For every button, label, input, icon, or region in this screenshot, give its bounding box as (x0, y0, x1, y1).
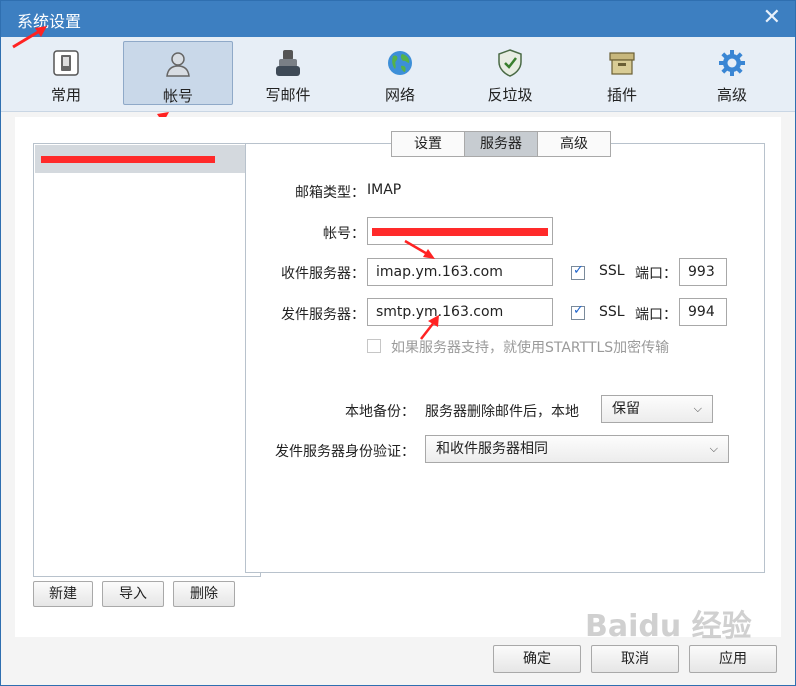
toolbar-item-label: 高级 (716, 86, 747, 104)
outgoing-auth-label: 发件服务器身份验证： (275, 444, 415, 460)
starttls-checkbox[interactable] (367, 339, 381, 353)
account-settings-panel (245, 143, 765, 573)
outgoing-server-label: 发件服务器： (281, 307, 365, 323)
box-icon (567, 47, 677, 79)
toolbar-item-account[interactable]: 帐号 (123, 41, 233, 105)
baidu-watermark: Baidu 经验 (585, 609, 752, 644)
list-item[interactable] (35, 145, 259, 173)
toolbar-item-label: 插件 (606, 86, 637, 104)
mailbox-type-label: 邮箱类型： (295, 185, 365, 201)
gear-icon (677, 47, 787, 79)
chevron-down-icon: ⌵ (693, 402, 702, 415)
import-button[interactable]: 导入 (102, 581, 164, 607)
annotation-arrow-icon (12, 26, 47, 49)
redaction-bar (372, 228, 548, 236)
toolbar-item-label: 常用 (50, 86, 81, 104)
toolbar-item-label: 网络 (384, 86, 415, 104)
settings-content: 新建 导入 删除 设置 服务器 高级 邮箱类型： IMAP 帐号： 收件服务器：… (15, 117, 781, 637)
outgoing-port-input[interactable]: 994 (679, 298, 727, 326)
mailbox-type-value: IMAP (367, 182, 402, 198)
settings-window: 系统设置 ✕ 常用 帐号 写邮件 网络 反垃圾 插件 高级 新建 导入 删除 设… (0, 0, 796, 686)
chevron-down-icon: ⌵ (709, 442, 718, 455)
outgoing-server-input[interactable]: smtp.ym.163.com (367, 298, 553, 326)
user-icon (124, 48, 232, 80)
toolbar-item-plugins[interactable]: 插件 (567, 41, 677, 105)
cancel-button[interactable]: 取消 (591, 645, 679, 673)
incoming-server-input[interactable]: imap.ym.163.com (367, 258, 553, 286)
globe-icon (345, 47, 455, 79)
pen-ink-icon (233, 47, 343, 79)
incoming-port-label: 端口： (635, 266, 677, 282)
tab-bar: 设置 服务器 高级 (391, 131, 611, 157)
outgoing-ssl-checkbox[interactable] (571, 303, 585, 320)
incoming-server-label: 收件服务器： (281, 266, 365, 282)
local-backup-select[interactable]: 保留 ⌵ (601, 395, 713, 423)
toolbar-item-label: 帐号 (162, 87, 193, 105)
tab-server[interactable]: 服务器 (464, 131, 538, 157)
title-bar[interactable]: 系统设置 ✕ (1, 1, 795, 37)
ok-button[interactable]: 确定 (493, 645, 581, 673)
toolbar-item-label: 写邮件 (265, 86, 311, 104)
local-backup-description: 服务器删除邮件后，本地 (425, 404, 579, 420)
toolbar-item-antispam[interactable]: 反垃圾 (455, 41, 565, 105)
toolbar-item-compose[interactable]: 写邮件 (233, 41, 343, 105)
outgoing-auth-select[interactable]: 和收件服务器相同 ⌵ (425, 435, 729, 463)
tab-advanced[interactable]: 高级 (537, 131, 611, 157)
toolbar-item-label: 反垃圾 (487, 86, 533, 104)
local-backup-value: 保留 (612, 401, 640, 417)
outgoing-port-label: 端口： (635, 307, 677, 323)
delete-button[interactable]: 删除 (173, 581, 235, 607)
redaction-bar (41, 156, 215, 163)
outgoing-ssl-label: SSL (599, 304, 625, 320)
settings-toolbar: 常用 帐号 写邮件 网络 反垃圾 插件 高级 (1, 37, 795, 112)
toolbar-item-network[interactable]: 网络 (345, 41, 455, 105)
toolbar-item-advanced[interactable]: 高级 (677, 41, 787, 105)
incoming-ssl-checkbox[interactable] (571, 263, 585, 280)
new-account-button[interactable]: 新建 (33, 581, 93, 607)
incoming-ssl-label: SSL (599, 263, 625, 279)
local-backup-label: 本地备份： (345, 404, 415, 420)
tab-settings[interactable]: 设置 (391, 131, 465, 157)
outgoing-auth-value: 和收件服务器相同 (436, 441, 548, 457)
account-label: 帐号： (323, 226, 365, 242)
incoming-port-input[interactable]: 993 (679, 258, 727, 286)
annotation-arrow-icon (404, 239, 435, 259)
apply-button[interactable]: 应用 (689, 645, 777, 673)
account-list[interactable] (33, 143, 261, 577)
annotation-arrow-icon (420, 315, 439, 340)
close-icon[interactable]: ✕ (763, 5, 781, 30)
shield-icon (455, 47, 565, 79)
account-field[interactable] (367, 217, 553, 245)
